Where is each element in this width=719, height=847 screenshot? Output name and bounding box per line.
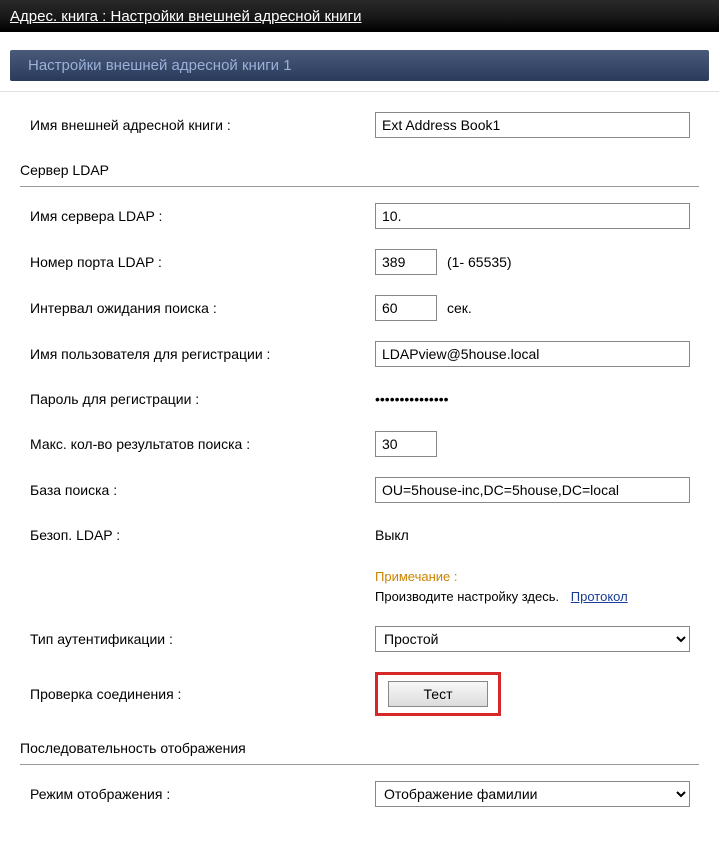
row-note: Примечание : Производите настройку здесь… bbox=[20, 557, 699, 616]
test-highlight: Тест bbox=[375, 672, 501, 716]
label-timeout: Интервал ожидания поиска : bbox=[20, 300, 375, 316]
mode-select[interactable]: Отображение фамилии bbox=[375, 781, 690, 807]
timeout-input[interactable] bbox=[375, 295, 437, 321]
name-input[interactable] bbox=[375, 112, 690, 138]
password-display[interactable]: ••••••••••••••• bbox=[375, 391, 449, 407]
maxres-input[interactable] bbox=[375, 431, 437, 457]
protocol-link[interactable]: Протокол bbox=[571, 589, 628, 604]
test-button[interactable]: Тест bbox=[388, 681, 488, 707]
header-bar: Адрес. книга : Настройки внешней адресно… bbox=[0, 0, 719, 32]
note-label: Примечание : bbox=[375, 569, 457, 584]
label-user: Имя пользователя для регистрации : bbox=[20, 346, 375, 362]
form-area: Имя внешней адресной книги : Сервер LDAP… bbox=[0, 92, 719, 847]
label-password: Пароль для регистрации : bbox=[20, 391, 375, 407]
row-name: Имя внешней адресной книги : bbox=[20, 102, 699, 148]
page-title: Настройки внешней адресной книги 1 bbox=[10, 50, 709, 81]
timeout-unit: сек. bbox=[447, 300, 472, 316]
row-check: Проверка соединения : Тест bbox=[20, 662, 699, 726]
secure-value: Выкл bbox=[375, 527, 409, 543]
row-auth: Тип аутентификации : Простой bbox=[20, 616, 699, 662]
label-base: База поиска : bbox=[20, 482, 375, 498]
row-maxres: Макс. кол-во результатов поиска : bbox=[20, 421, 699, 467]
row-password: Пароль для регистрации : ••••••••••••••• bbox=[20, 377, 699, 421]
row-secure: Безоп. LDAP : Выкл bbox=[20, 513, 699, 557]
server-input[interactable] bbox=[375, 203, 690, 229]
auth-select[interactable]: Простой bbox=[375, 626, 690, 652]
label-maxres: Макс. кол-во результатов поиска : bbox=[20, 436, 375, 452]
label-port: Номер порта LDAP : bbox=[20, 254, 375, 270]
user-input[interactable] bbox=[375, 341, 690, 367]
base-input[interactable] bbox=[375, 477, 690, 503]
row-mode: Режим отображения : Отображение фамилии bbox=[20, 771, 699, 817]
section-order: Последовательность отображения bbox=[20, 726, 699, 765]
row-user: Имя пользователя для регистрации : bbox=[20, 331, 699, 377]
label-secure: Безоп. LDAP : bbox=[20, 527, 375, 543]
subheader: Настройки внешней адресной книги 1 bbox=[0, 32, 719, 92]
port-input[interactable] bbox=[375, 249, 437, 275]
note-text: Производите настройку здесь. bbox=[375, 589, 559, 604]
row-port: Номер порта LDAP : (1- 65535) bbox=[20, 239, 699, 285]
section-ldap: Сервер LDAP bbox=[20, 148, 699, 187]
label-name: Имя внешней адресной книги : bbox=[20, 117, 375, 133]
row-timeout: Интервал ожидания поиска : сек. bbox=[20, 285, 699, 331]
label-auth: Тип аутентификации : bbox=[20, 631, 375, 647]
label-check: Проверка соединения : bbox=[20, 686, 375, 702]
port-range: (1- 65535) bbox=[447, 254, 512, 270]
row-base: База поиска : bbox=[20, 467, 699, 513]
breadcrumb[interactable]: Адрес. книга : Настройки внешней адресно… bbox=[10, 8, 362, 25]
row-server: Имя сервера LDAP : bbox=[20, 193, 699, 239]
label-server: Имя сервера LDAP : bbox=[20, 208, 375, 224]
